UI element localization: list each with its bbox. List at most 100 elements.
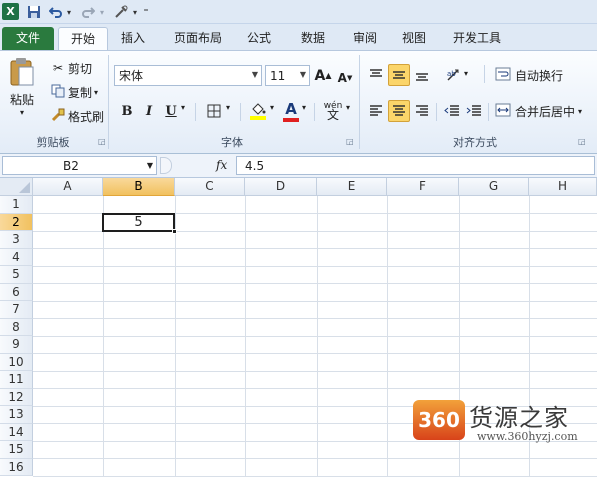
row-header[interactable]: 11 <box>0 371 33 389</box>
merge-center-button[interactable]: 合并后居中 ▾ <box>494 101 582 121</box>
tool-icon[interactable] <box>112 3 130 21</box>
tab-review[interactable]: 审阅 <box>344 27 386 50</box>
name-box[interactable]: B2 ▼ <box>2 156 157 175</box>
excel-logo-icon[interactable]: X <box>2 3 19 20</box>
format-painter-button[interactable]: 格式刷 <box>50 107 104 125</box>
underline-button[interactable]: U <box>162 101 180 121</box>
row-header[interactable]: 16 <box>0 458 33 476</box>
font-name-select[interactable]: 宋体 ▼ <box>114 65 262 86</box>
paste-button[interactable]: 粘贴 ▾ <box>6 57 38 127</box>
decrease-indent-icon[interactable] <box>442 101 462 121</box>
align-top-icon[interactable] <box>366 65 386 85</box>
name-box-dropdown-icon: ▼ <box>146 161 153 170</box>
select-all-corner[interactable] <box>0 178 33 196</box>
row-header[interactable]: 4 <box>0 248 33 266</box>
active-cell-b2[interactable]: 5 <box>102 213 175 232</box>
tab-formulas[interactable]: 公式 <box>238 27 280 50</box>
gridline <box>33 353 597 354</box>
italic-button[interactable]: I <box>140 101 158 121</box>
row-header[interactable]: 5 <box>0 266 33 284</box>
alignment-launcher-icon[interactable]: ◲ <box>578 137 586 146</box>
phonetic-dropdown-icon[interactable]: ▾ <box>346 103 350 112</box>
fill-color-dropdown-icon[interactable]: ▾ <box>270 103 274 112</box>
row-header-active[interactable]: 2 <box>0 213 33 231</box>
borders-dropdown-icon[interactable]: ▾ <box>226 103 230 112</box>
tab-home[interactable]: 开始 <box>58 27 108 50</box>
row-header[interactable]: 6 <box>0 283 33 301</box>
font-color-dropdown-icon[interactable]: ▾ <box>302 103 306 112</box>
row-header[interactable]: 3 <box>0 231 33 249</box>
increase-indent-icon[interactable] <box>464 101 484 121</box>
gridline <box>175 196 176 477</box>
font-size-select[interactable]: 11 ▼ <box>265 65 310 86</box>
copy-label: 复制 <box>68 85 93 100</box>
undo-icon[interactable] <box>48 3 64 21</box>
shrink-font-icon[interactable]: A ▼ <box>336 67 354 88</box>
grow-font-icon[interactable]: A ▲ <box>314 65 332 86</box>
clipboard-launcher-icon[interactable]: ◲ <box>98 137 106 146</box>
align-right-icon[interactable] <box>412 101 432 121</box>
column-header[interactable]: E <box>317 178 387 196</box>
tab-file[interactable]: 文件 <box>2 27 54 50</box>
redo-dropdown-icon[interactable]: ▾ <box>98 3 106 21</box>
formula-bar-splitter[interactable] <box>160 157 172 174</box>
watermark-logo: 360 <box>413 400 465 440</box>
column-header[interactable]: D <box>245 178 317 196</box>
row-header[interactable]: 15 <box>0 441 33 459</box>
row-header[interactable]: 12 <box>0 388 33 406</box>
font-color-glyph: A <box>285 100 297 118</box>
tool-dropdown-icon[interactable]: ▾ <box>131 3 139 21</box>
align-left-icon[interactable] <box>366 101 386 121</box>
formula-input[interactable]: 4.5 <box>236 156 595 175</box>
gridline <box>387 196 388 477</box>
clipboard-group-label: 剪贴板 <box>36 136 70 149</box>
copy-button[interactable]: 复制 ▾ <box>50 83 98 101</box>
fill-color-icon[interactable] <box>248 99 268 123</box>
align-bottom-icon[interactable] <box>412 65 432 85</box>
formula-value: 4.5 <box>245 159 265 173</box>
row-header[interactable]: 1 <box>0 196 33 214</box>
column-header[interactable]: A <box>33 178 103 196</box>
gridline <box>33 248 597 249</box>
orientation-dropdown-icon[interactable]: ▾ <box>464 69 468 78</box>
row-header[interactable]: 14 <box>0 423 33 441</box>
align-center-icon[interactable] <box>388 100 410 122</box>
column-header[interactable]: F <box>387 178 459 196</box>
column-header-active[interactable]: B <box>103 178 175 196</box>
row-header[interactable]: 9 <box>0 336 33 354</box>
tab-developer[interactable]: 开发工具 <box>446 27 508 50</box>
fill-handle[interactable] <box>172 229 177 234</box>
wrap-text-button[interactable]: 自动换行 <box>494 65 563 85</box>
bold-button[interactable]: B <box>118 101 136 121</box>
font-launcher-icon[interactable]: ◲ <box>346 137 354 146</box>
phonetic-guide-icon[interactable]: wén 文 <box>322 99 344 123</box>
tab-view[interactable]: 视图 <box>393 27 435 50</box>
ribbon-tabs: 文件 开始 插入 页面布局 公式 数据 审阅 视图 开发工具 <box>0 24 597 50</box>
column-header[interactable]: H <box>529 178 597 196</box>
redo-icon[interactable] <box>80 3 96 21</box>
insert-function-icon[interactable]: fx <box>216 158 227 172</box>
customize-icon[interactable]: ⁼ <box>141 3 151 21</box>
font-size-dropdown-icon: ▼ <box>299 70 306 79</box>
row-header[interactable]: 8 <box>0 318 33 336</box>
borders-icon[interactable] <box>204 101 224 121</box>
row-header[interactable]: 10 <box>0 353 33 371</box>
font-size-value: 11 <box>270 68 286 83</box>
tab-insert[interactable]: 插入 <box>112 27 154 50</box>
row-header[interactable]: 7 <box>0 301 33 319</box>
cut-button[interactable]: ✂ 剪切 <box>50 59 92 77</box>
column-header[interactable]: C <box>175 178 245 196</box>
paste-label: 粘贴 <box>9 93 34 107</box>
orientation-icon[interactable]: ab <box>444 65 464 85</box>
align-middle-icon[interactable] <box>388 64 410 86</box>
column-header[interactable]: G <box>459 178 529 196</box>
undo-dropdown-icon[interactable]: ▾ <box>65 3 73 21</box>
underline-dropdown-icon[interactable]: ▾ <box>181 103 185 112</box>
font-color-icon[interactable]: A <box>282 99 300 123</box>
tab-data[interactable]: 数据 <box>292 27 334 50</box>
save-icon[interactable] <box>26 3 42 21</box>
watermark-url: www.360hyzj.com <box>477 430 578 443</box>
tab-page-layout[interactable]: 页面布局 <box>167 27 229 50</box>
row-header[interactable]: 13 <box>0 406 33 424</box>
svg-text:ab: ab <box>447 70 456 78</box>
